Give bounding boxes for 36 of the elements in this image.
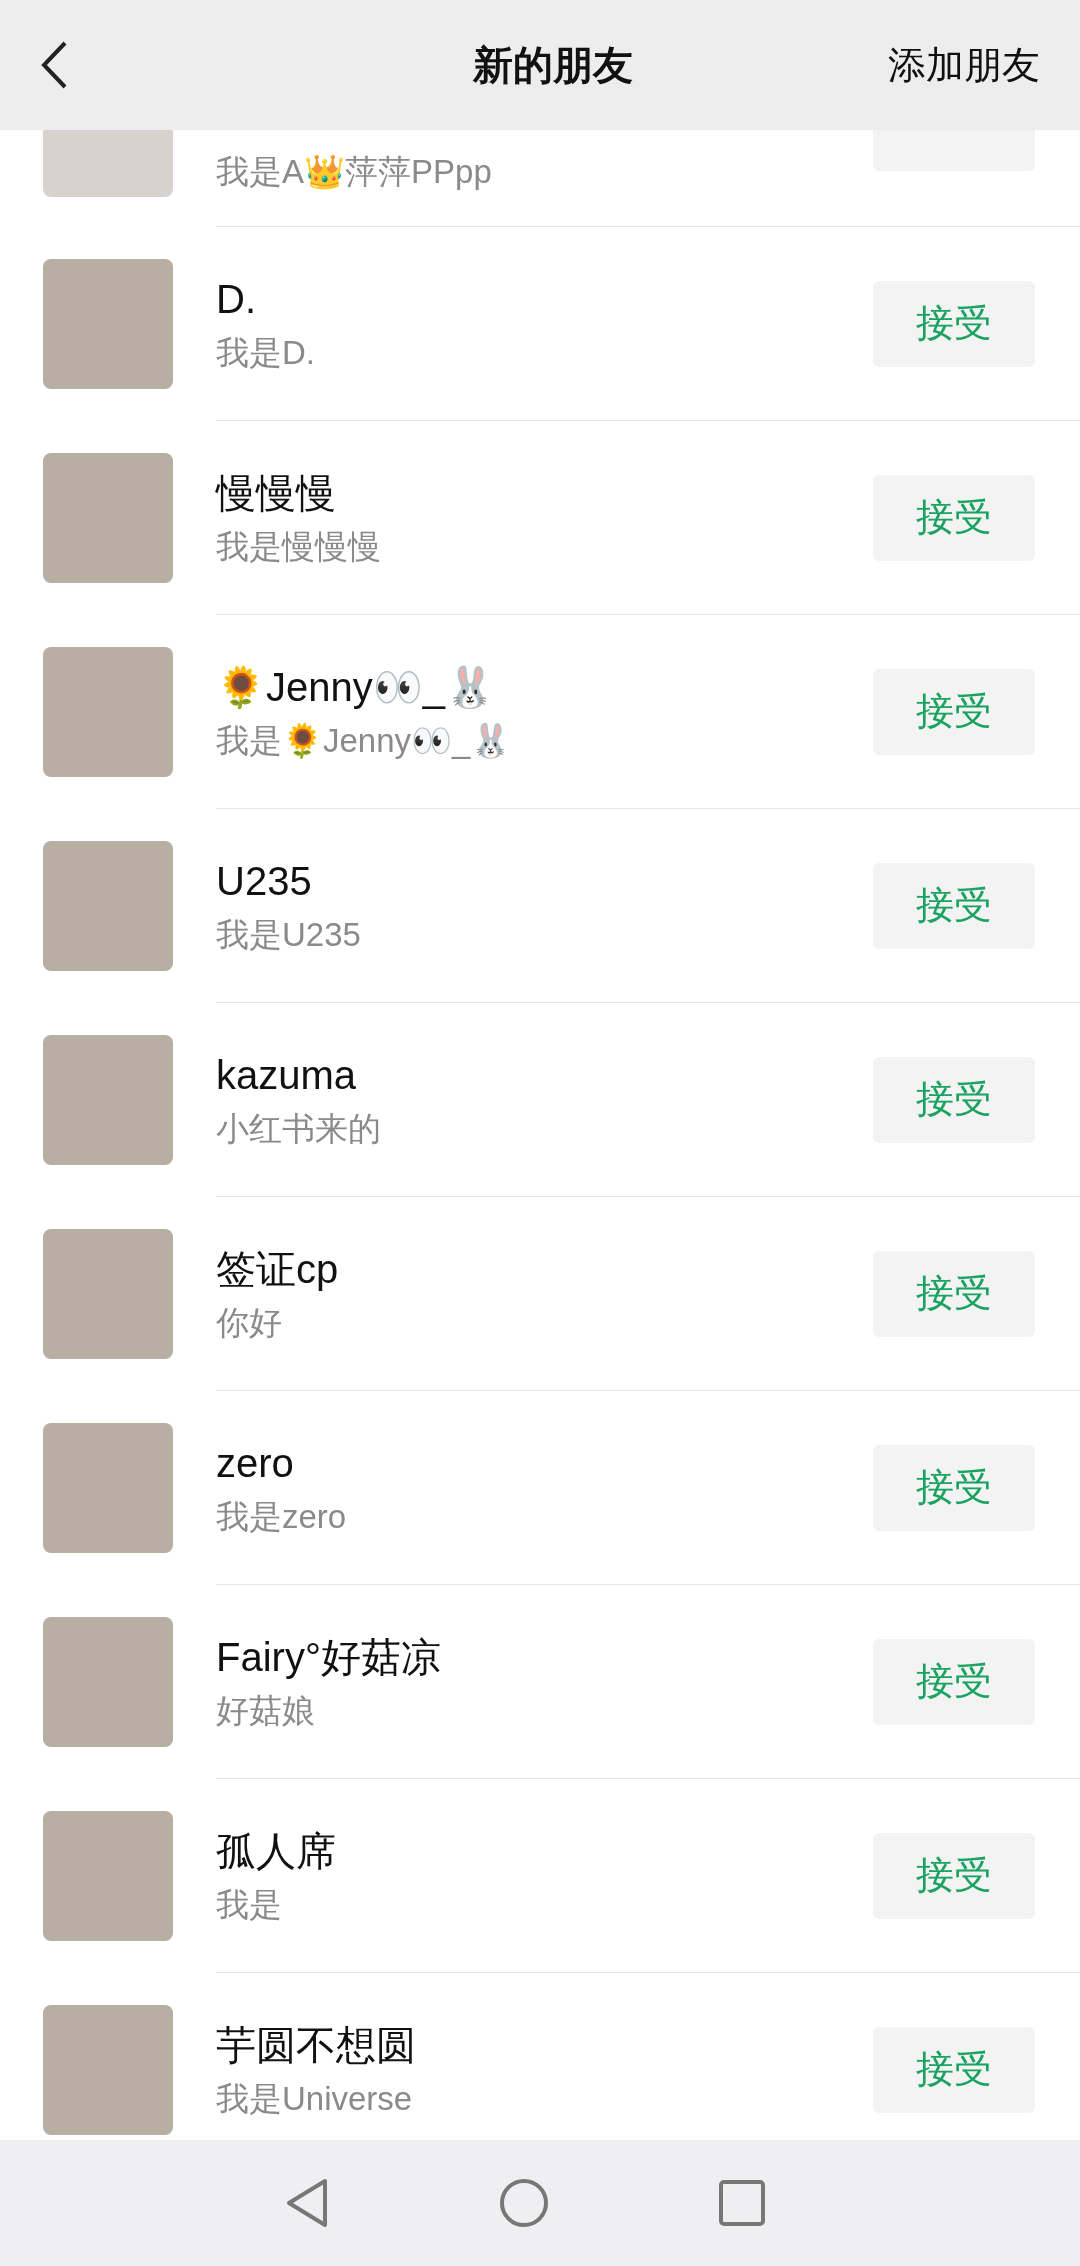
accept-button[interactable]: 接受 (873, 1250, 1035, 1337)
friend-name: U235 (216, 857, 313, 905)
request-message: 我是慢慢慢 (216, 526, 382, 567)
friend-name: 孤人席 (216, 1827, 337, 1875)
back-icon[interactable] (40, 40, 68, 90)
add-friend-button[interactable]: 添加朋友 (888, 36, 1040, 94)
request-message: 你好 (216, 1302, 283, 1343)
accept-button[interactable]: 接受 (873, 862, 1035, 949)
friend-name: D. (216, 275, 257, 323)
accept-button[interactable]: 接受 (873, 668, 1035, 755)
request-message: 好菇娘 (216, 1690, 316, 1731)
friend-name: Fairy°好菇凉 (216, 1633, 442, 1681)
request-message: 我是🌻Jenny👀_🐰 (216, 720, 513, 761)
request-message: 我是A👑萍萍PPpp (216, 152, 493, 192)
friend-name: 🌻Jenny👀_🐰 (216, 663, 496, 711)
friend-name: kazuma (216, 1051, 358, 1099)
request-message: 我是U235 (216, 914, 362, 955)
request-message: 小红书来的 (216, 1108, 382, 1149)
request-message: 我是 (216, 1884, 283, 1925)
request-message: 我是D. (216, 332, 316, 373)
friend-name: 慢慢慢 (216, 469, 337, 517)
friend-name: 签证cp (216, 1245, 340, 1293)
request-message: 我是Universe (216, 2078, 414, 2119)
accept-button[interactable]: 接受 (873, 2026, 1035, 2113)
friend-name: 芋圆不想圆 (216, 2021, 417, 2069)
accept-button[interactable]: 接受 (873, 1444, 1035, 1531)
accept-button[interactable]: 接受 (873, 1832, 1035, 1919)
recent-apps-icon[interactable] (719, 2180, 765, 2226)
page-title: 新的朋友 (473, 42, 633, 89)
home-icon[interactable] (499, 2178, 549, 2228)
accept-button[interactable]: 接受 (873, 1056, 1035, 1143)
accept-button[interactable]: 接受 (873, 474, 1035, 561)
friend-name: zero (216, 1439, 295, 1487)
accept-button[interactable]: 接受 (873, 280, 1035, 367)
request-message: 我是zero (216, 1496, 348, 1537)
accept-button[interactable]: 接受 (873, 1638, 1035, 1725)
